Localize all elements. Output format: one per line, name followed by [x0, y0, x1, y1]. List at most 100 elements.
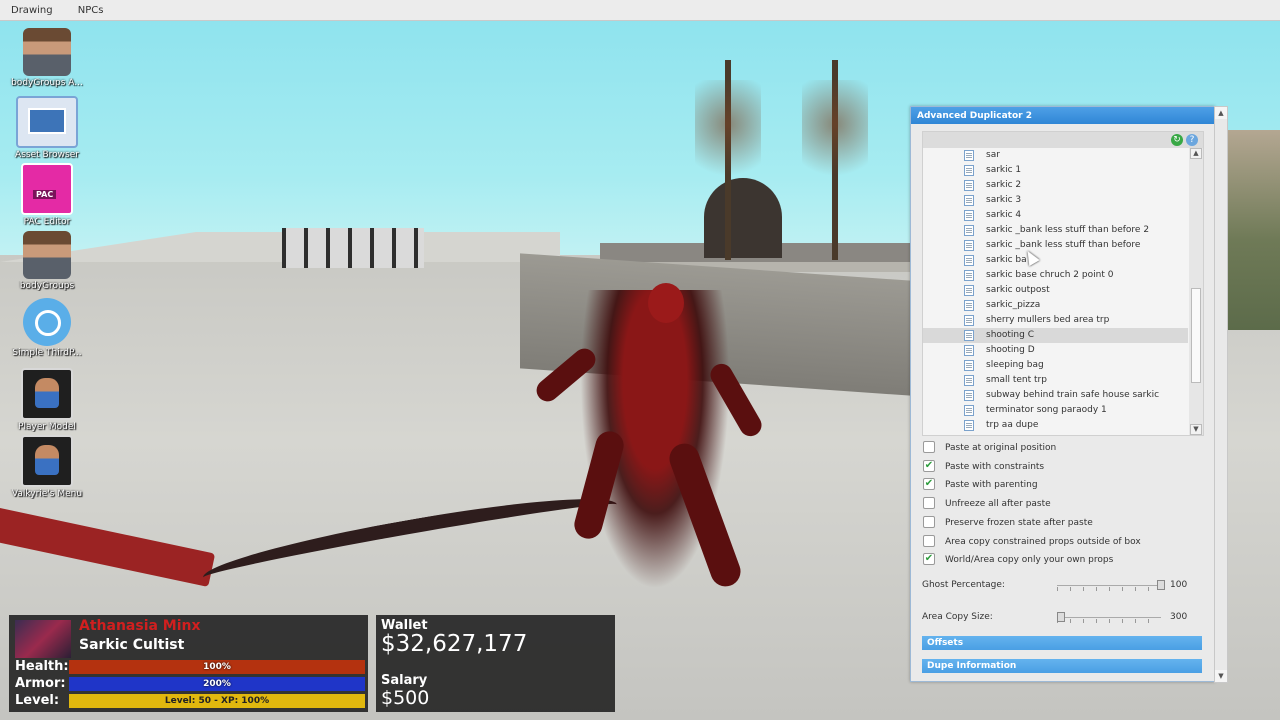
dupe-file-item[interactable]: sarkic_pizza [923, 298, 1188, 313]
file-icon [964, 180, 974, 191]
bare-tree [695, 60, 761, 260]
ghost-percentage-slider[interactable] [1057, 585, 1161, 591]
menu-drawing[interactable]: Drawing [0, 0, 64, 21]
ghost-percentage-label: Ghost Percentage: [922, 580, 1005, 590]
area-slider-knob[interactable] [1057, 612, 1065, 622]
dupe-file-name: sarkic base chruch 2 point 0 [986, 270, 1114, 280]
scroll-up-arrow[interactable]: ▲ [1190, 148, 1202, 159]
dupe-file-name: sarkic _bank less stuff than before 2 [986, 225, 1150, 235]
panel-scroll-up-arrow[interactable]: ▲ [1215, 107, 1227, 119]
dupe-file-item[interactable]: sarkic 3 [923, 193, 1188, 208]
dupe-file-name: terminator song paraody 1 [986, 405, 1107, 415]
dome-building [704, 178, 782, 258]
dupe-file-list: sar sarkic 1 sarkic 2 sarkic 3 sarkic 4 sarki… [923, 148, 1188, 435]
desktop-icon-pac-editor[interactable]: PAC Editor [5, 163, 89, 227]
checkbox-unchecked[interactable] [923, 497, 935, 510]
dupe-file-browser: ↻ ? sar sarkic 1 sarkic 2 sarkic 3 sarkic 4s… [922, 131, 1204, 436]
panel-scroll-down-arrow[interactable]: ▼ [1215, 670, 1227, 682]
right-building [1225, 130, 1280, 330]
armor-label: Armor: [15, 676, 66, 691]
desktop-icon-bodygroups[interactable]: bodyGroups [5, 231, 89, 291]
offsets-section[interactable]: Offsets [922, 636, 1202, 650]
ghost-slider-knob[interactable] [1157, 580, 1165, 590]
option-label: Unfreeze all after paste [945, 499, 1051, 510]
icon-label: Simple ThirdP... [12, 348, 82, 358]
desktop-icon-player-model[interactable]: Player Model [5, 368, 89, 432]
file-icon [964, 315, 974, 326]
dupe-file-item[interactable]: terminator song paraody 1 [923, 403, 1188, 418]
player-hud: Athanasia Minx Sarkic Cultist Health: 10… [9, 615, 368, 712]
dupe-file-item[interactable]: sar [923, 148, 1188, 163]
panel-scrollbar[interactable]: ▲ ▼ [1214, 106, 1228, 683]
file-icon [964, 375, 974, 386]
dupe-file-item[interactable]: shooting C [923, 328, 1188, 343]
player-name: Athanasia Minx [79, 618, 201, 634]
bare-tree [802, 60, 868, 260]
option-label: Preserve frozen state after paste [945, 517, 1093, 528]
dupe-file-item[interactable]: sarkic _bank less stuff than before [923, 238, 1188, 253]
dupe-file-item[interactable]: sarkic 4 [923, 208, 1188, 223]
dupe-file-item[interactable]: trp aa dupe [923, 418, 1188, 433]
dupe-file-item[interactable]: sarkic outpost [923, 283, 1188, 298]
desktop-icon-valkyries-menu[interactable]: Valkyrie's Menu [5, 435, 89, 499]
health-value: 100% [203, 662, 231, 672]
dupe-file-name: sarkic 3 [986, 195, 1022, 205]
ghost-percentage-value[interactable]: 100 [1170, 578, 1187, 592]
file-icon [964, 225, 974, 236]
dupe-file-name: shooting D [986, 345, 1035, 355]
file-icon [964, 210, 974, 221]
desktop-icon-simple-thirdperson[interactable]: Simple ThirdP... [5, 298, 89, 358]
checkbox-checked[interactable]: ✔ [923, 459, 935, 472]
dupe-file-item[interactable]: sarkic _bank less stuff than before 2 [923, 223, 1188, 238]
context-menubar: Drawing NPCs [0, 0, 1280, 21]
desktop-icon-asset-browser[interactable]: Asset Browser [5, 96, 89, 160]
dupe-information-section[interactable]: Dupe Information [922, 659, 1202, 673]
face-icon [23, 231, 71, 279]
help-icon[interactable]: ? [1186, 134, 1198, 146]
checkbox-unchecked[interactable] [923, 534, 935, 547]
dupe-file-item[interactable]: sarkic 1 [923, 163, 1188, 178]
scroll-thumb[interactable] [1191, 288, 1201, 383]
dupe-file-item[interactable]: sarkic base chruch 2 point 0 [923, 268, 1188, 283]
ghost-percentage-row: Ghost Percentage: 100 [922, 578, 1204, 592]
icon-label: bodyGroups A... [11, 78, 83, 88]
advanced-duplicator-panel: Advanced Duplicator 2 ↻ ? sar sarkic 1 sar… [910, 106, 1215, 682]
checkbox-checked[interactable]: ✔ [923, 553, 935, 566]
face-icon [23, 28, 71, 76]
magnifier-icon [23, 298, 71, 346]
desktop-icon-bodygroups-a[interactable]: bodyGroups A... [5, 28, 89, 88]
dupe-file-name: sarkic 2 [986, 180, 1022, 190]
option-label: Paste with constraints [945, 461, 1045, 472]
dupe-file-item[interactable]: sherry mullers bed area trp [923, 313, 1188, 328]
checkbox-checked[interactable]: ✔ [923, 478, 935, 491]
file-icon [964, 270, 974, 281]
dupe-file-item[interactable]: sleeping bag [923, 358, 1188, 373]
dupe-file-item[interactable]: shooting D [923, 343, 1188, 358]
panel-title[interactable]: Advanced Duplicator 2 [911, 107, 1214, 124]
pac-icon [21, 163, 73, 215]
file-icon [964, 345, 974, 356]
dupe-file-item[interactable]: small tent trp [923, 373, 1188, 388]
dupe-file-name: sarkic 4 [986, 210, 1022, 220]
menu-npcs[interactable]: NPCs [67, 0, 115, 21]
dupe-file-name: sarkic 1 [986, 165, 1022, 175]
area-copy-size-slider[interactable] [1057, 617, 1161, 623]
icon-label: bodyGroups [19, 281, 75, 291]
scroll-down-arrow[interactable]: ▼ [1190, 424, 1202, 435]
area-copy-size-value[interactable]: 300 [1170, 610, 1187, 624]
dupe-file-item[interactable]: sarkic 2 [923, 178, 1188, 193]
checkbox-unchecked[interactable] [923, 441, 935, 453]
dupe-file-item[interactable]: subway behind train safe house sarkic [923, 388, 1188, 403]
billboard [282, 228, 424, 268]
level-label: Level: [15, 693, 60, 708]
asset-browser-icon [16, 96, 78, 148]
file-icon [964, 420, 974, 431]
dupe-file-name: shooting C [986, 330, 1034, 340]
file-list-scrollbar[interactable]: ▲ ▼ [1189, 148, 1203, 435]
checkbox-unchecked[interactable] [923, 515, 935, 528]
refresh-icon[interactable]: ↻ [1171, 134, 1183, 146]
file-icon [964, 240, 974, 251]
dupe-file-item[interactable]: sarkic ba [923, 253, 1188, 268]
dupe-file-name: trp aa dupe [986, 420, 1039, 430]
player-job: Sarkic Cultist [79, 637, 185, 653]
